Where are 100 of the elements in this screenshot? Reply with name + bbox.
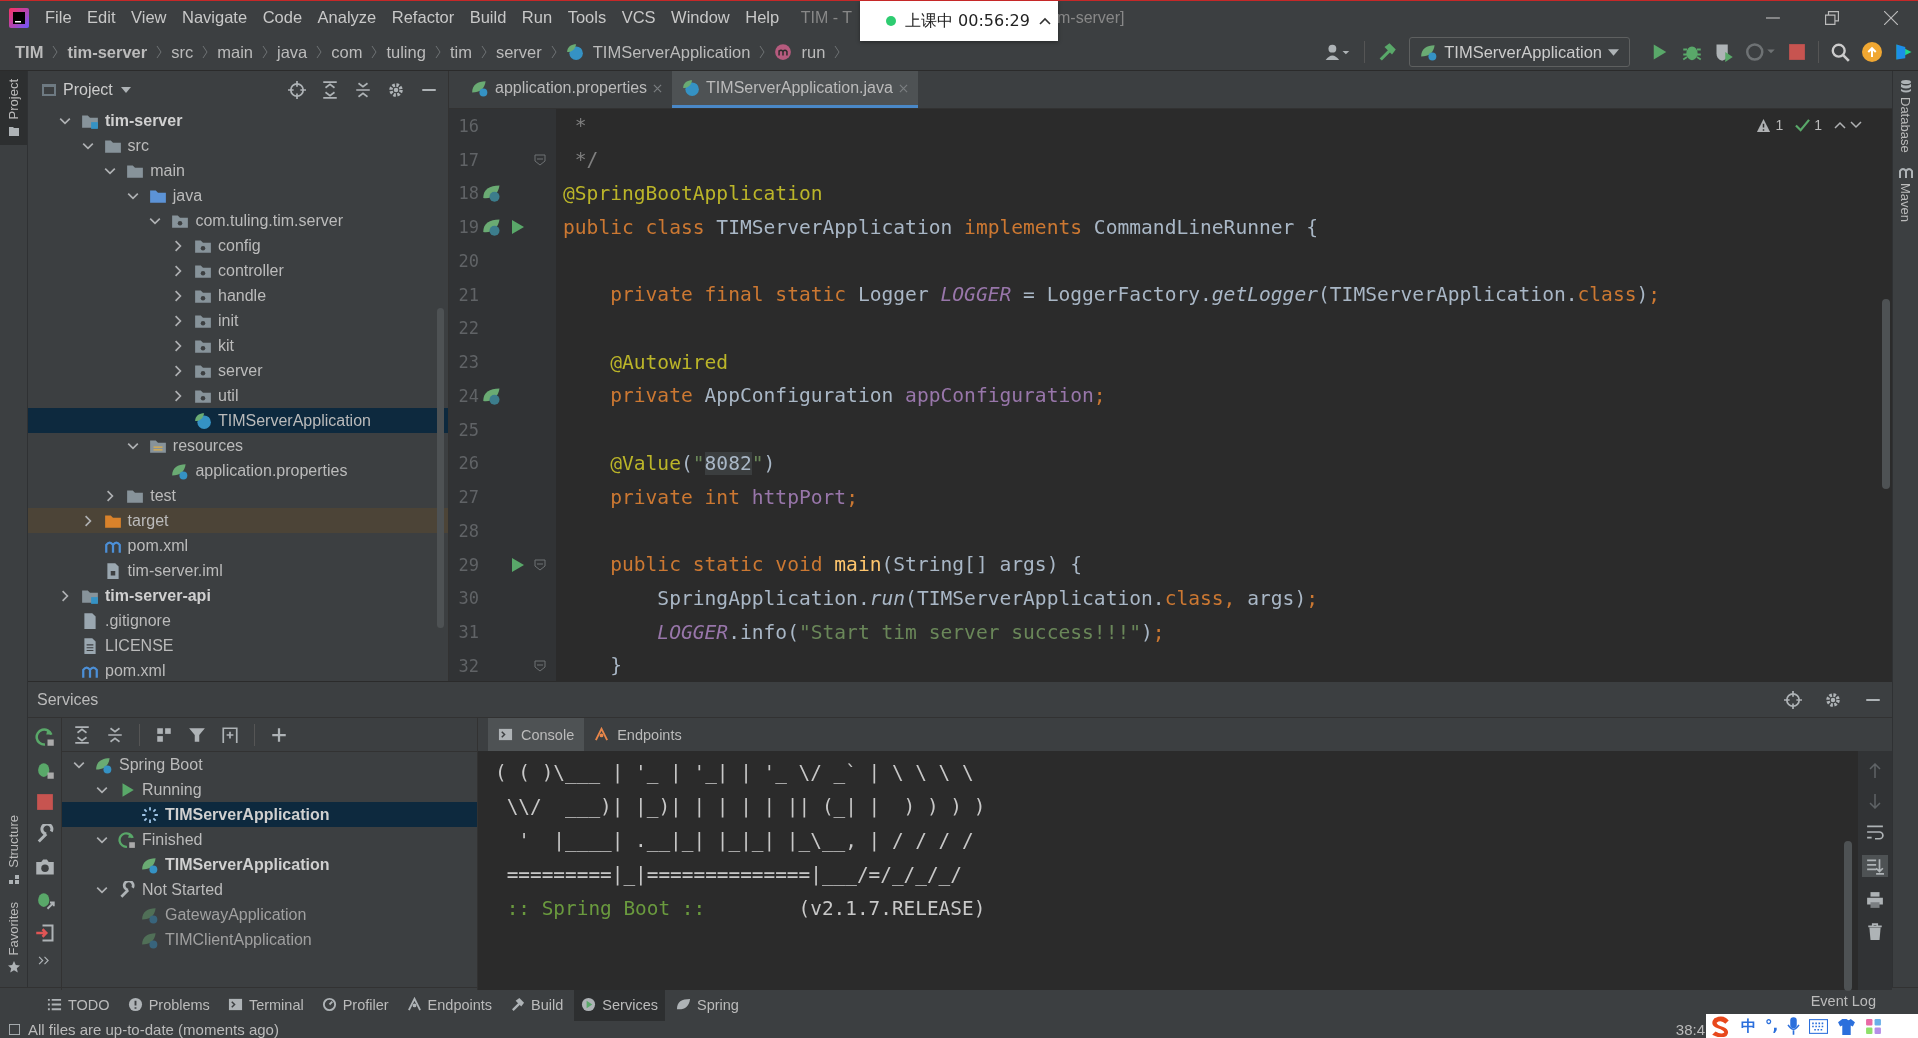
tree-row[interactable]: test [28, 483, 448, 508]
language-indicator[interactable]: 中 [1741, 1016, 1756, 1036]
tree-row[interactable]: application.properties [28, 458, 448, 483]
chevron-icon[interactable] [172, 289, 184, 302]
tool-window-button[interactable]: Profiler [314, 988, 396, 1021]
menu-item[interactable]: Analyze [317, 8, 377, 27]
run-icon[interactable] [510, 219, 526, 236]
tree-row[interactable]: Not Started [62, 877, 477, 902]
tree-row[interactable]: tim-server [28, 108, 448, 133]
tree-row[interactable]: pom.xml [28, 658, 448, 681]
tool-window-button[interactable]: Problems [120, 988, 217, 1021]
print-icon[interactable] [1866, 891, 1884, 909]
tool-window-button[interactable]: Endpoints [399, 988, 500, 1021]
tree-row[interactable]: .gitignore [28, 608, 448, 633]
tool-window-tab[interactable]: Maven [1898, 166, 1913, 222]
tool-window-tab[interactable]: Database [1898, 79, 1913, 153]
ime-logo-icon[interactable] [1710, 1015, 1732, 1037]
menu-item[interactable]: Refactor [391, 8, 455, 27]
tree-row[interactable]: TIMServerApplication [28, 408, 448, 433]
tool-window-button[interactable]: Terminal [220, 988, 311, 1021]
tree-row[interactable]: main [28, 158, 448, 183]
scroll-to-end-button[interactable] [1862, 855, 1888, 877]
stop-icon[interactable] [1788, 43, 1806, 61]
tree-row[interactable]: TIMServerApplication [62, 802, 477, 827]
view-selector[interactable]: Project [63, 80, 131, 99]
tool-window-button[interactable]: Spring [668, 988, 746, 1021]
scrollbar-thumb[interactable] [1882, 299, 1890, 489]
tree-row[interactable]: kit [28, 333, 448, 358]
event-log-button[interactable]: Event Log [1810, 992, 1876, 1009]
expand-all-icon[interactable] [73, 725, 91, 744]
group-icon[interactable] [155, 725, 173, 744]
breadcrumb[interactable]: tuling [386, 42, 426, 62]
coverage-icon[interactable] [1714, 42, 1734, 62]
menu-item[interactable]: Build [469, 8, 507, 27]
tool-window-tab[interactable]: Favorites [0, 893, 27, 981]
expand-all-icon[interactable] [321, 80, 339, 99]
microphone-icon[interactable] [1787, 1017, 1801, 1035]
breadcrumb[interactable]: main [217, 42, 253, 62]
tool-window-button[interactable]: TODO [40, 988, 117, 1021]
locate-icon[interactable] [1784, 690, 1802, 709]
run-icon[interactable] [510, 556, 526, 573]
chevron-icon[interactable] [172, 339, 184, 352]
menu-item[interactable]: Run [521, 8, 553, 27]
menu-item[interactable]: Edit [87, 8, 116, 27]
search-icon[interactable] [1831, 42, 1850, 62]
tree-row[interactable]: Finished [62, 827, 477, 852]
settings-icon[interactable] [387, 80, 405, 99]
more-icon[interactable] [38, 956, 51, 965]
editor-tab[interactable]: TIMServerApplication.java [672, 71, 918, 108]
close-icon[interactable] [653, 83, 663, 93]
shirt-icon[interactable] [1837, 1017, 1857, 1035]
menu-item[interactable]: Code [262, 8, 303, 27]
tree-row[interactable]: init [28, 308, 448, 333]
camera-icon[interactable] [34, 857, 55, 877]
tool-window-tab[interactable]: Project [0, 71, 27, 146]
locate-icon[interactable] [288, 80, 306, 99]
tree-row[interactable]: resources [28, 433, 448, 458]
tree-row[interactable]: config [28, 233, 448, 258]
chevron-down-icon[interactable] [1850, 121, 1862, 129]
editor-tab[interactable]: application.properties [461, 71, 673, 108]
rerun-icon[interactable] [34, 727, 55, 747]
scrollbar-thumb[interactable] [437, 308, 444, 628]
breadcrumb[interactable]: server [495, 42, 542, 62]
tool-window-tab[interactable]: Structure [0, 806, 27, 894]
menu-item[interactable]: Navigate [182, 8, 248, 27]
tree-row[interactable]: TIMServerApplication [62, 852, 477, 877]
tree-row[interactable]: src [28, 133, 448, 158]
chevron-icon[interactable] [172, 314, 184, 327]
tree-row[interactable]: handle [28, 283, 448, 308]
add-icon[interactable] [270, 725, 288, 744]
tree-row[interactable]: TIMClientApplication [62, 927, 477, 952]
caret-icon[interactable] [1038, 17, 1051, 25]
breadcrumb[interactable]: src [171, 42, 194, 62]
grid-icon[interactable] [1865, 1017, 1883, 1035]
tool-window-button[interactable]: Build [503, 988, 571, 1021]
menu-item[interactable]: VCS [621, 8, 656, 27]
keyboard-icon[interactable] [1809, 1018, 1829, 1034]
tree-row[interactable]: util [28, 383, 448, 408]
tree-row[interactable]: server [28, 358, 448, 383]
tree-row[interactable]: Running [62, 777, 477, 802]
filter-icon[interactable] [188, 725, 206, 744]
toolbox-icon[interactable] [1894, 42, 1914, 62]
breadcrumb[interactable]: tim [449, 42, 472, 62]
bean-icon[interactable] [482, 217, 502, 238]
stop-icon[interactable] [35, 793, 54, 811]
console-tab[interactable]: Console [488, 718, 585, 751]
tree-row[interactable]: GatewayApplication [62, 902, 477, 927]
breadcrumb[interactable]: tim-server [67, 42, 148, 62]
tree-row[interactable]: target [28, 508, 448, 533]
chevron-icon[interactable] [172, 239, 184, 252]
wrap-icon[interactable] [1866, 823, 1884, 841]
exit-icon[interactable] [34, 923, 55, 943]
tree-row[interactable]: tim-server-api [28, 583, 448, 608]
breadcrumb[interactable]: com [331, 42, 363, 62]
breadcrumb[interactable]: TIMServerApplication [592, 42, 751, 62]
hammer-icon[interactable] [1377, 42, 1398, 62]
chevron-icon[interactable] [172, 389, 184, 402]
tree-row[interactable]: LICENSE [28, 633, 448, 658]
menu-item[interactable]: Tools [567, 8, 607, 27]
close-icon[interactable] [1884, 10, 1898, 25]
